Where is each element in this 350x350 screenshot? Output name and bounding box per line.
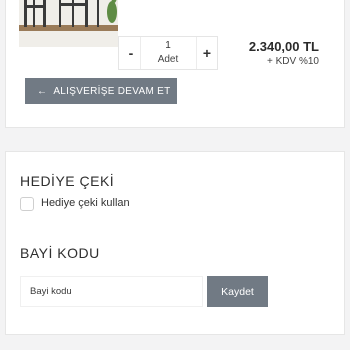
plant-decor <box>107 1 117 23</box>
quantity-input[interactable] <box>141 40 195 51</box>
decrease-quantity-button[interactable]: - <box>121 37 141 69</box>
item-price: 2.340,00 TL <box>248 39 319 54</box>
gift-card-checkbox[interactable] <box>20 197 34 211</box>
save-dealer-code-button[interactable]: Kaydet <box>207 276 268 307</box>
dealer-code-input[interactable] <box>20 276 203 307</box>
continue-shopping-label: ALIŞVERİŞE DEVAM ET <box>53 85 171 97</box>
coupon-form-card: HEDİYE ÇEKİ Hediye çeki kullan BAYİ KODU… <box>5 151 345 335</box>
gift-card-title: HEDİYE ÇEKİ <box>20 173 115 189</box>
continue-shopping-button[interactable]: ← ALIŞVERİŞE DEVAM ET <box>25 78 177 104</box>
quantity-unit: Adet <box>157 54 179 65</box>
product-thumbnail[interactable] <box>19 0 118 47</box>
quantity-stepper: - Adet + <box>118 36 218 70</box>
cart-item-card: - Adet + 2.340,00 TL + KDV %10 ← ALIŞVERİ… <box>5 0 345 128</box>
vat-note: + KDV %10 <box>267 56 319 67</box>
gift-card-checkbox-label[interactable]: Hediye çeki kullan <box>41 197 130 209</box>
chair-leg-decor <box>97 0 99 27</box>
increase-quantity-button[interactable]: + <box>197 37 217 69</box>
arrow-left-icon: ← <box>37 85 48 97</box>
dealer-code-title: BAYİ KODU <box>20 245 100 261</box>
chair-seat-decor <box>59 3 88 6</box>
chair-seat-decor <box>24 5 46 8</box>
